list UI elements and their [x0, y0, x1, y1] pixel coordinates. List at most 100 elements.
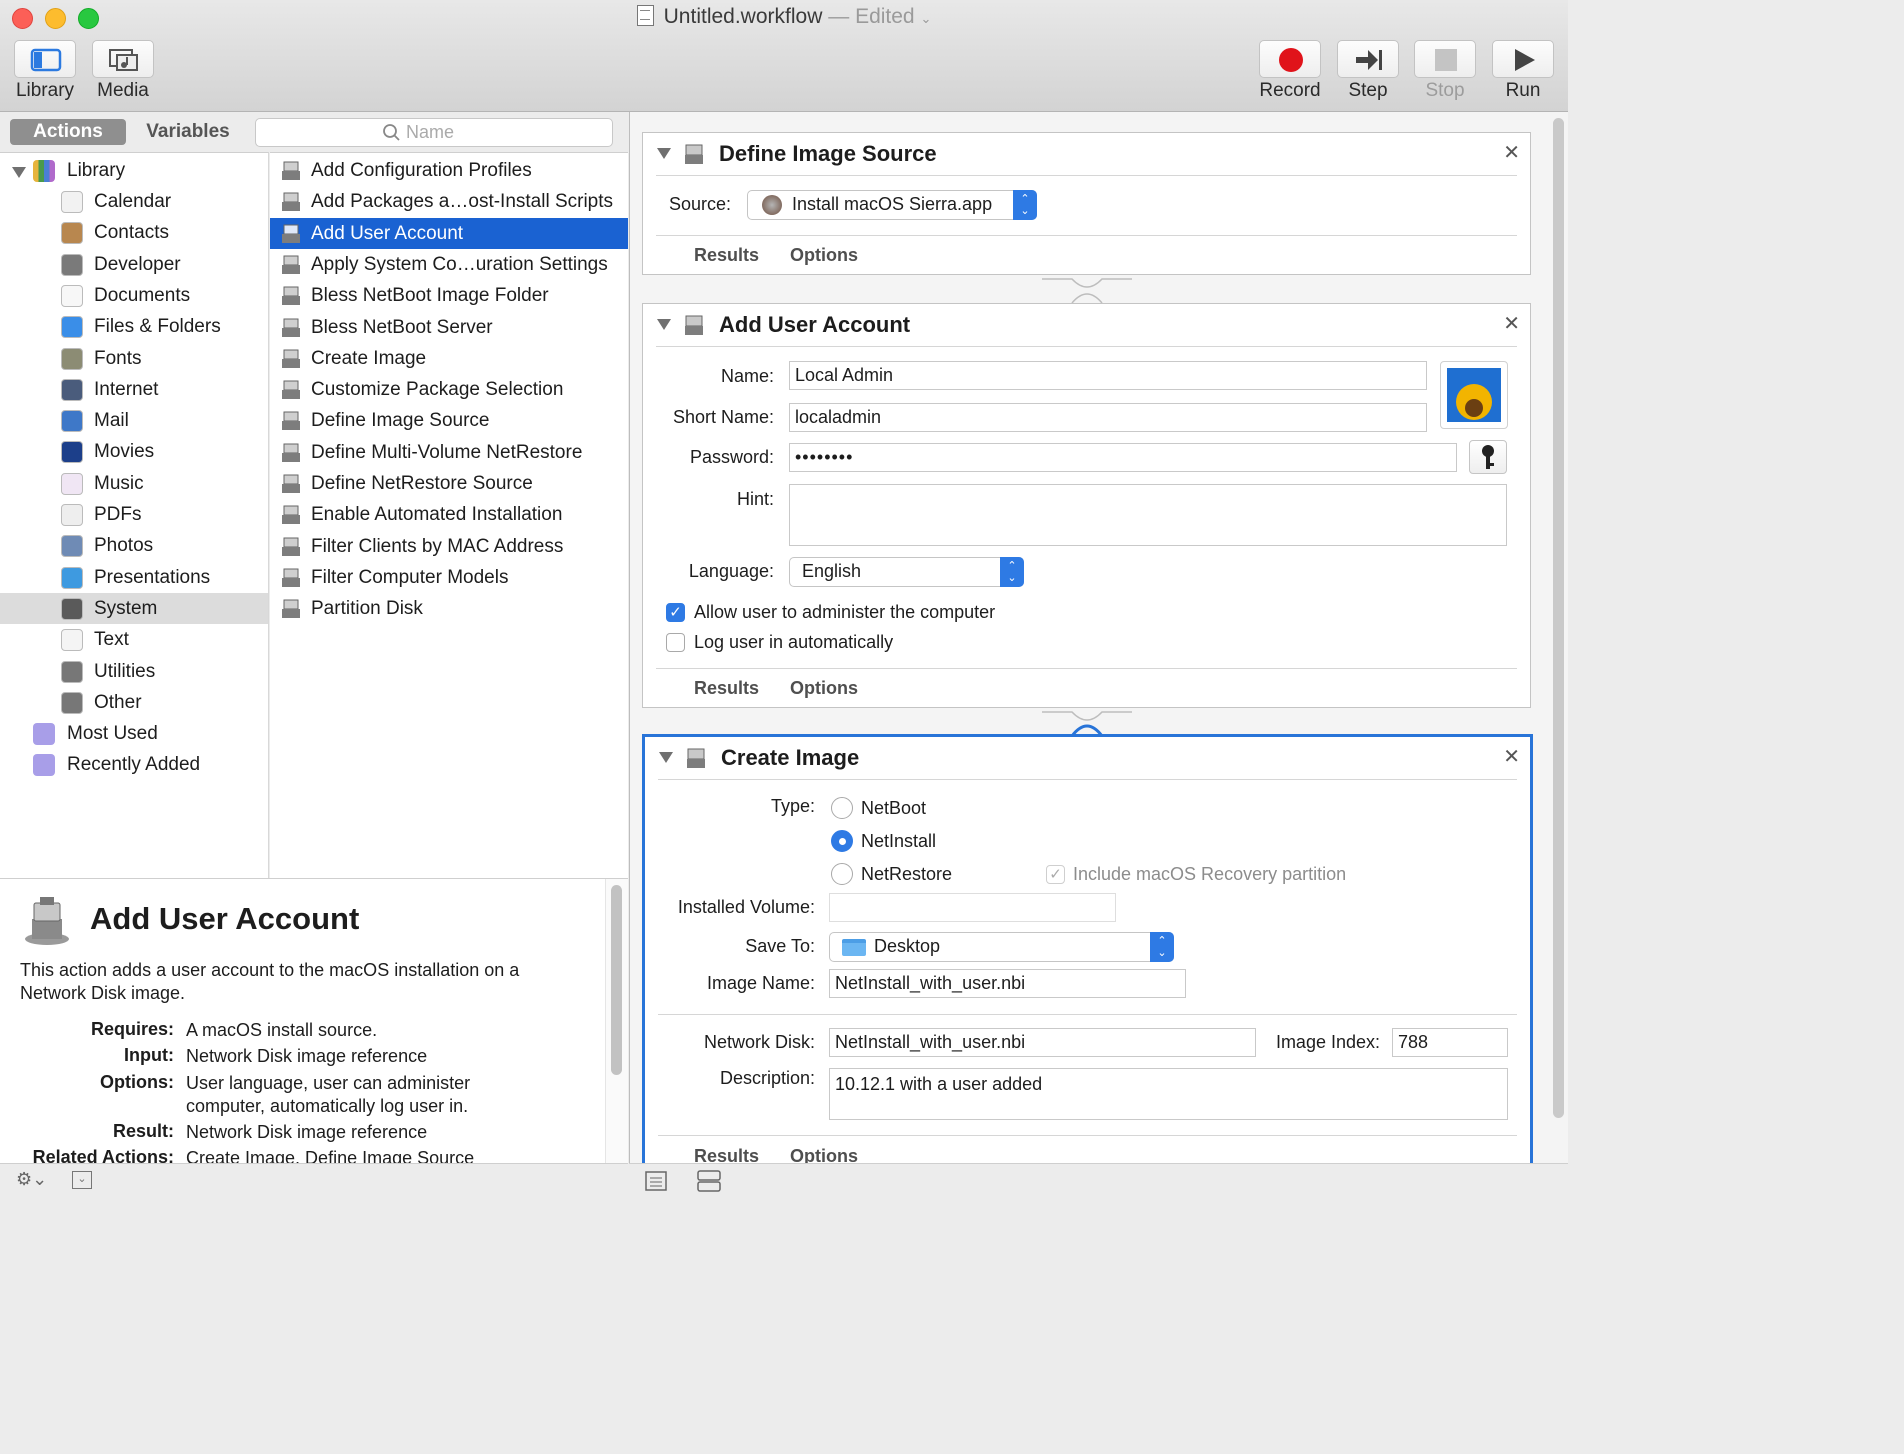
library-item-internet[interactable]: Internet [0, 374, 268, 405]
action-item[interactable]: Partition Disk [270, 593, 628, 624]
password-assistant-button[interactable] [1469, 440, 1507, 474]
library-item-mail[interactable]: Mail [0, 405, 268, 436]
results-tab[interactable]: Results [694, 678, 759, 699]
action-item-label: Bless NetBoot Server [311, 316, 493, 338]
chevron-down-icon[interactable]: ⌄ [920, 11, 931, 26]
type-netrestore-radio[interactable] [831, 863, 853, 885]
library-toggle-button[interactable] [14, 40, 76, 78]
action-item[interactable]: Enable Automated Installation [270, 499, 628, 530]
save-to-popup[interactable]: Desktop ⌃ ⌄ [829, 932, 1174, 962]
library-item-presentations[interactable]: Presentations [0, 562, 268, 593]
library-item-utilities[interactable]: Utilities [0, 656, 268, 687]
user-picture-well[interactable] [1440, 361, 1508, 429]
library-item-documents[interactable]: Documents [0, 280, 268, 311]
options-tab[interactable]: Options [790, 1146, 858, 1163]
toggle-description-icon[interactable]: ⌄ [72, 1171, 92, 1189]
record-button[interactable] [1259, 40, 1321, 78]
media-button[interactable] [92, 40, 154, 78]
close-icon[interactable]: ✕ [1503, 311, 1520, 336]
action-item[interactable]: Filter Computer Models [270, 562, 628, 593]
library-item-calendar[interactable]: Calendar [0, 186, 268, 217]
short-name-field[interactable]: localadmin [789, 403, 1427, 432]
action-item[interactable]: Define Image Source [270, 405, 628, 436]
tab-variables[interactable]: Variables [128, 119, 248, 145]
library-item-developer[interactable]: Developer [0, 249, 268, 280]
action-item[interactable]: Define Multi-Volume NetRestore [270, 437, 628, 468]
run-button[interactable] [1492, 40, 1554, 78]
smart-group-recently-added[interactable]: Recently Added [0, 749, 268, 780]
type-netboot-radio[interactable] [831, 797, 853, 819]
image-name-field[interactable]: NetInstall_with_user.nbi [829, 969, 1186, 998]
password-field[interactable]: •••••••• [789, 443, 1457, 472]
collapse-triangle-icon[interactable] [657, 148, 671, 159]
library-item-text[interactable]: Text [0, 624, 268, 655]
allow-admin-label[interactable]: Allow user to administer the computer [694, 602, 995, 623]
close-icon[interactable]: ✕ [1503, 744, 1520, 769]
name-field[interactable]: Local Admin [789, 361, 1427, 390]
action-item[interactable]: Define NetRestore Source [270, 468, 628, 499]
type-netboot-label[interactable]: NetBoot [861, 798, 926, 819]
library-item-other[interactable]: Other [0, 687, 268, 718]
options-tab[interactable]: Options [790, 678, 858, 699]
source-popup[interactable]: Install macOS Sierra.app ⌃ ⌄ [747, 190, 1037, 220]
options-tab[interactable]: Options [790, 245, 858, 266]
log-list-icon[interactable] [645, 1170, 667, 1192]
installed-volume-field[interactable] [829, 893, 1116, 922]
image-index-field[interactable]: 788 [1392, 1028, 1508, 1057]
library-item-movies[interactable]: Movies [0, 436, 268, 467]
add-user-account-action[interactable]: Add User Account ✕ Name: Local Admin Sho… [642, 303, 1531, 708]
auto-login-label[interactable]: Log user in automatically [694, 632, 893, 653]
auto-login-checkbox[interactable] [666, 633, 685, 652]
library-item-fonts[interactable]: Fonts [0, 343, 268, 374]
recovery-partition-label[interactable]: Include macOS Recovery partition [1073, 864, 1346, 885]
action-item[interactable]: Add Configuration Profiles [270, 155, 628, 186]
action-item[interactable]: Add Packages a…ost-Install Scripts [270, 186, 628, 217]
results-tab[interactable]: Results [694, 245, 759, 266]
action-item[interactable]: Apply System Co…uration Settings [270, 249, 628, 280]
search-field[interactable]: Name [255, 118, 613, 147]
collapse-triangle-icon[interactable] [657, 319, 671, 330]
results-tab[interactable]: Results [694, 1146, 759, 1163]
disclosure-triangle-icon[interactable] [12, 167, 26, 178]
library-item-label: Internet [94, 378, 159, 400]
smart-group-most-used[interactable]: Most Used [0, 718, 268, 749]
gear-icon[interactable]: ⚙⌄ [16, 1169, 47, 1190]
close-icon[interactable]: ✕ [1503, 140, 1520, 165]
language-popup[interactable]: English ⌃ ⌄ [789, 557, 1024, 587]
stop-button[interactable] [1414, 40, 1476, 78]
library-root[interactable]: Library [0, 155, 268, 186]
hint-field[interactable] [789, 484, 1507, 546]
network-disk-field[interactable]: NetInstall_with_user.nbi [829, 1028, 1256, 1057]
action-item-label: Define NetRestore Source [311, 473, 533, 494]
library-item-system[interactable]: System [0, 592, 268, 624]
type-netinstall-radio[interactable] [831, 830, 853, 852]
action-item[interactable]: Bless NetBoot Server [270, 312, 628, 343]
library-item-contacts[interactable]: Contacts [0, 217, 268, 248]
create-image-action[interactable]: Create Image ✕ Type: NetBoot NetInstall … [642, 734, 1533, 1163]
description-scrollbar[interactable] [605, 879, 628, 1163]
workflow-scrollbar[interactable] [1549, 112, 1568, 1163]
description-field[interactable]: 10.12.1 with a user added [829, 1068, 1508, 1120]
scrollbar-thumb[interactable] [1553, 118, 1564, 1118]
library-item-photos[interactable]: Photos [0, 530, 268, 561]
type-netinstall-label[interactable]: NetInstall [861, 831, 936, 852]
description-label: Description: [719, 1068, 815, 1088]
library-item-pdfs[interactable]: PDFs [0, 499, 268, 530]
collapse-triangle-icon[interactable] [659, 752, 673, 763]
allow-admin-checkbox[interactable]: ✓ [666, 603, 685, 622]
tab-actions[interactable]: Actions [10, 119, 126, 145]
action-item[interactable]: Add User Account [270, 217, 628, 249]
scrollbar-thumb[interactable] [611, 885, 622, 1075]
edited-status[interactable]: Edited [855, 5, 915, 28]
recovery-partition-checkbox[interactable]: ✓ [1046, 865, 1065, 884]
library-item-music[interactable]: Music [0, 468, 268, 499]
action-item[interactable]: Filter Clients by MAC Address [270, 531, 628, 562]
action-item[interactable]: Create Image [270, 343, 628, 374]
step-button[interactable] [1337, 40, 1399, 78]
library-item-files-folders[interactable]: Files & Folders [0, 311, 268, 342]
action-item[interactable]: Customize Package Selection [270, 374, 628, 405]
variables-toggle-icon[interactable] [697, 1169, 721, 1193]
type-netrestore-label[interactable]: NetRestore [861, 864, 952, 885]
action-item[interactable]: Bless NetBoot Image Folder [270, 280, 628, 311]
define-image-source-action[interactable]: Define Image Source ✕ Source: Install ma… [642, 132, 1531, 275]
